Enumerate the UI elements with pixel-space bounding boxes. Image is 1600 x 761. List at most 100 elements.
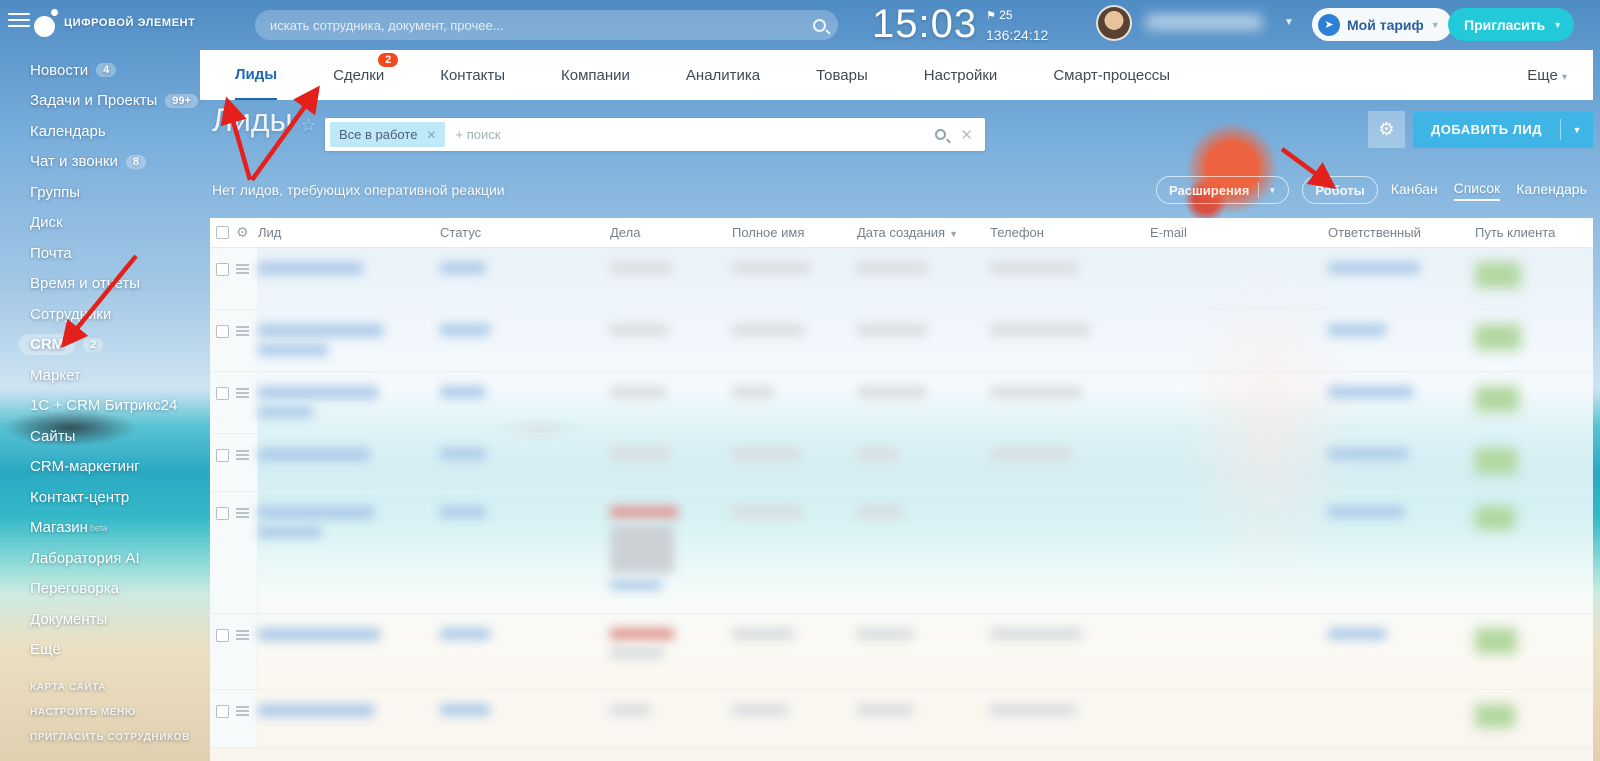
sidebar-item-группы[interactable]: Группы	[0, 177, 200, 208]
column-header[interactable]: E-mail	[1150, 225, 1328, 240]
table-row[interactable]	[210, 434, 1593, 492]
favorite-star-icon[interactable]: ☆	[301, 115, 317, 135]
tab-компании[interactable]: Компании	[561, 50, 630, 100]
row-drag-handle-icon[interactable]	[236, 508, 249, 520]
worktime-clock[interactable]: 15:03	[872, 2, 977, 47]
table-row[interactable]	[210, 614, 1593, 690]
sidebar-item-календарь[interactable]: Календарь	[0, 116, 200, 147]
view-settings-gear-button[interactable]: ⚙	[1368, 111, 1405, 148]
column-header[interactable]: Ответственный	[1328, 225, 1475, 240]
view-календарь[interactable]: Календарь	[1516, 181, 1587, 200]
table-body	[210, 248, 1593, 748]
sidebar-item-магазин[interactable]: Магазинbeta	[0, 513, 200, 544]
redacted-content-blob	[440, 628, 490, 640]
sidebar-item-crm-маркетинг[interactable]: CRM-маркетинг	[0, 452, 200, 483]
tab-сделки[interactable]: Сделки2	[333, 50, 384, 100]
table-cell-redacted	[1475, 492, 1593, 613]
row-drag-handle-icon[interactable]	[236, 326, 249, 338]
menu-burger-icon[interactable]	[8, 13, 30, 31]
table-row[interactable]	[210, 690, 1593, 748]
view-список[interactable]: Список	[1454, 180, 1501, 201]
row-drag-handle-icon[interactable]	[236, 450, 249, 462]
sidebar-item-ещ-[interactable]: Ещё	[0, 635, 200, 666]
robots-button[interactable]: Роботы	[1302, 176, 1377, 204]
add-lead-button[interactable]: ДОБАВИТЬ ЛИД ▼	[1413, 111, 1593, 148]
redacted-content-blob	[1475, 324, 1521, 350]
tab-контакты[interactable]: Контакты	[440, 50, 505, 100]
row-drag-handle-icon[interactable]	[236, 630, 249, 642]
sidebar-item-сотрудники[interactable]: Сотрудники	[0, 299, 200, 330]
sidebar-footer-link[interactable]: НАСТРОИТЬ МЕНЮ	[30, 707, 190, 718]
tab-аналитика[interactable]: Аналитика	[686, 50, 760, 100]
sidebar-item-почта[interactable]: Почта	[0, 238, 200, 269]
filter-chip[interactable]: Все в работе✕	[330, 122, 445, 147]
table-cell-redacted	[1475, 248, 1593, 309]
column-header[interactable]: Полное имя	[732, 225, 857, 240]
row-checkbox[interactable]	[216, 325, 229, 338]
tab-смарт-процессы[interactable]: Смарт-процессы	[1053, 50, 1170, 100]
user-avatar[interactable]	[1096, 5, 1132, 41]
user-menu-caret-icon[interactable]: ▼	[1284, 17, 1294, 28]
column-header[interactable]: Путь клиента	[1475, 225, 1593, 240]
column-header[interactable]: Дата создания▼	[857, 225, 990, 240]
invite-button[interactable]: Пригласить ▼	[1448, 8, 1574, 41]
row-checkbox[interactable]	[216, 705, 229, 718]
sidebar-item-1с-crm-битрикс24[interactable]: 1С + CRM Битрикс24	[0, 391, 200, 422]
row-drag-handle-icon[interactable]	[236, 706, 249, 718]
tab-товары[interactable]: Товары	[816, 50, 868, 100]
sidebar-item-crm[interactable]: CRM2	[0, 330, 200, 361]
column-header[interactable]: Лид	[258, 225, 440, 240]
row-checkbox[interactable]	[216, 263, 229, 276]
my-plan-button[interactable]: ➤ Мой тариф ▼	[1312, 8, 1452, 41]
column-header[interactable]: Статус	[440, 225, 610, 240]
redacted-content-blob	[610, 525, 674, 573]
sidebar-item-сайты[interactable]: Сайты	[0, 421, 200, 452]
row-drag-handle-icon[interactable]	[236, 388, 249, 400]
table-row[interactable]	[210, 310, 1593, 372]
sidebar-footer-link[interactable]: КАРТА САЙТА	[30, 682, 190, 693]
row-checkbox[interactable]	[216, 387, 229, 400]
column-settings-gear-icon[interactable]: ⚙	[236, 224, 249, 241]
plan-flag[interactable]: ⚑ 25	[986, 8, 1013, 22]
sidebar-item-маркет[interactable]: Маркет	[0, 360, 200, 391]
tab-настройки[interactable]: Настройки	[924, 50, 998, 100]
table-cell-redacted	[857, 310, 990, 371]
table-cell-redacted	[732, 372, 857, 433]
row-checkbox[interactable]	[216, 507, 229, 520]
filter-search-placeholder[interactable]: + поиск	[455, 127, 935, 142]
row-checkbox[interactable]	[216, 629, 229, 642]
column-header[interactable]: Дела	[610, 225, 732, 240]
sidebar-item-label: CRM	[19, 334, 75, 355]
filter-clear-icon[interactable]: ✕	[960, 126, 973, 144]
table-row[interactable]	[210, 492, 1593, 614]
tab-лиды[interactable]: Лиды	[235, 50, 277, 100]
select-all-checkbox[interactable]	[216, 226, 229, 239]
sidebar-item-новости[interactable]: Новости4	[0, 55, 200, 86]
table-row[interactable]	[210, 372, 1593, 434]
sidebar-item-чат-и-звонки[interactable]: Чат и звонки8	[0, 147, 200, 178]
tab-more[interactable]: Еще ▾	[1527, 67, 1567, 84]
table-cell-redacted	[610, 248, 732, 309]
company-logo[interactable]: ЦИФРОВОЙ ЭЛЕМЕНТ	[34, 8, 196, 38]
extensions-button[interactable]: Расширения ▼	[1156, 176, 1289, 204]
table-row[interactable]	[210, 248, 1593, 310]
sidebar-item-контакт-центр[interactable]: Контакт-центр	[0, 482, 200, 513]
chip-remove-icon[interactable]: ✕	[426, 128, 436, 142]
sidebar-footer-link[interactable]: ПРИГЛАСИТЬ СОТРУДНИКОВ	[30, 732, 190, 743]
sidebar-item-документы[interactable]: Документы	[0, 604, 200, 635]
row-checkbox[interactable]	[216, 449, 229, 462]
column-header[interactable]: Телефон	[990, 225, 1150, 240]
sidebar-item-диск[interactable]: Диск	[0, 208, 200, 239]
global-search[interactable]	[255, 10, 838, 40]
sidebar-item-переговорка[interactable]: Переговорка	[0, 574, 200, 605]
redacted-content-blob	[990, 628, 1082, 640]
filter-search-icon[interactable]	[935, 129, 946, 140]
search-input[interactable]	[270, 18, 813, 33]
view-канбан[interactable]: Канбан	[1391, 181, 1438, 200]
sidebar-item-лаборатория-ai[interactable]: Лаборатория AI	[0, 543, 200, 574]
filter-search-box[interactable]: Все в работе✕ + поиск ✕	[325, 118, 985, 151]
row-drag-handle-icon[interactable]	[236, 264, 249, 276]
sidebar-item-время-и-отчеты[interactable]: Время и отчеты	[0, 269, 200, 300]
sidebar-item-задачи-и-проекты[interactable]: Задачи и Проекты99+	[0, 86, 200, 117]
table-cell-redacted	[990, 248, 1150, 309]
